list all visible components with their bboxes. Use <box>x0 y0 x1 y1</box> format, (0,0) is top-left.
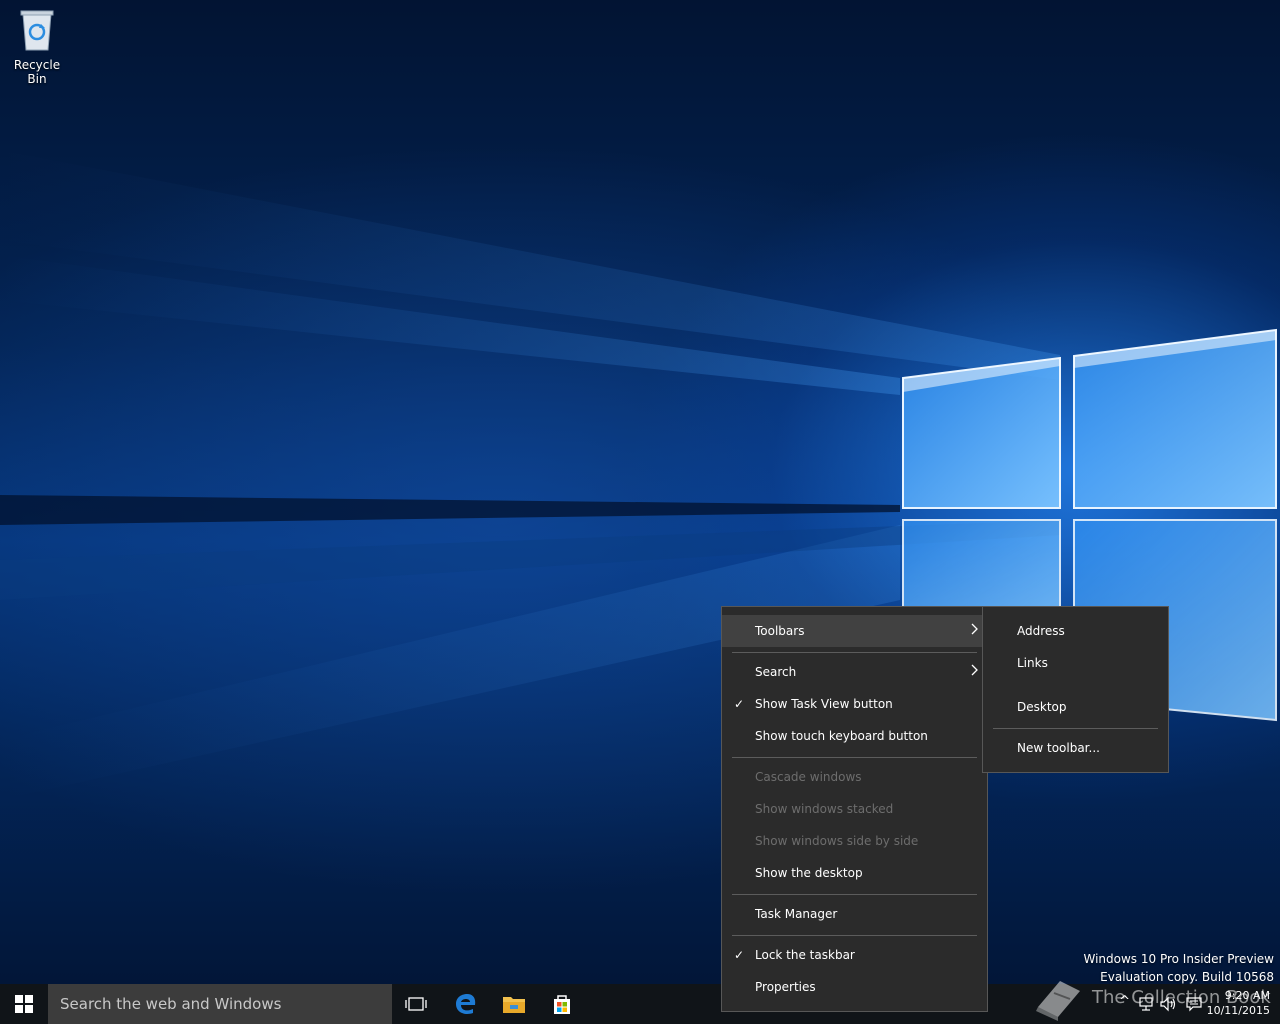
submenu-arrow-icon <box>971 656 979 688</box>
menu-item-label: Lock the taskbar <box>755 948 855 962</box>
start-button[interactable] <box>0 984 48 1024</box>
menu-item-label: Search <box>755 665 797 679</box>
file-explorer-icon <box>503 997 525 1013</box>
menu-item-label: Properties <box>755 980 816 994</box>
menu-item-show-windows-side-by-side: Show windows side by side <box>722 825 987 857</box>
collection-book-text: The Collection Book <box>1092 987 1271 1008</box>
recycle-bin-label: Recycle Bin <box>13 58 61 86</box>
menu-item-cascade-windows: Cascade windows <box>722 761 987 793</box>
checkmark-icon: ✓ <box>734 697 745 711</box>
menu-separator <box>732 894 977 895</box>
collection-book-watermark: The Collection Book <box>1030 975 1280 1024</box>
checkmark-icon: ✓ <box>734 948 745 962</box>
submenu-item-links[interactable]: Links <box>983 647 1168 679</box>
edge-icon <box>456 994 476 1014</box>
menu-item-label: Show the desktop <box>755 866 863 880</box>
menu-item-label: Show windows side by side <box>755 834 919 848</box>
submenu-arrow-icon <box>971 615 979 647</box>
menu-item-lock-the-taskbar[interactable]: ✓ Lock the taskbar <box>722 939 987 971</box>
menu-separator <box>732 652 977 653</box>
menu-item-show-the-desktop[interactable]: Show the desktop <box>722 857 987 889</box>
recycle-bin[interactable]: Recycle Bin <box>4 6 70 86</box>
taskbar-context-menu: Toolbars Search ✓ Show Task View button … <box>721 606 988 1012</box>
menu-separator <box>732 935 977 936</box>
file-explorer-button[interactable] <box>490 984 538 1024</box>
menu-item-label: Links <box>1017 656 1048 670</box>
menu-item-properties[interactable]: Properties <box>722 971 987 1003</box>
taskbar-search-box[interactable]: Search the web and Windows <box>48 984 392 1024</box>
menu-item-show-task-view-button[interactable]: ✓ Show Task View button <box>722 688 987 720</box>
submenu-item-address[interactable]: Address <box>983 615 1168 647</box>
submenu-item-new-toolbar[interactable]: New toolbar... <box>983 732 1168 764</box>
menu-item-toolbars[interactable]: Toolbars <box>722 615 987 647</box>
menu-item-label: Show windows stacked <box>755 802 894 816</box>
submenu-item-desktop[interactable]: Desktop <box>983 691 1168 723</box>
desktop-wallpaper <box>0 0 1280 984</box>
watermark-edition: Windows 10 Pro Insider Preview <box>1083 952 1274 966</box>
task-view-button[interactable] <box>392 984 440 1024</box>
menu-item-show-windows-stacked: Show windows stacked <box>722 793 987 825</box>
edge-button[interactable] <box>442 984 490 1024</box>
task-view-icon <box>405 997 427 1011</box>
windows-logo-icon <box>15 995 33 1013</box>
menu-item-task-manager[interactable]: Task Manager <box>722 898 987 930</box>
menu-item-label: Show Task View button <box>755 697 893 711</box>
menu-item-label: New toolbar... <box>1017 741 1100 755</box>
menu-item-search[interactable]: Search <box>722 656 987 688</box>
menu-item-label: Show touch keyboard button <box>755 729 928 743</box>
menu-item-label: Address <box>1017 624 1065 638</box>
book-logo-icon <box>1036 981 1080 1021</box>
store-icon <box>554 995 570 1014</box>
recycle-bin-icon <box>20 10 54 51</box>
windows-logo-light <box>0 150 1277 800</box>
menu-item-label: Task Manager <box>755 907 838 921</box>
menu-item-show-touch-keyboard-button[interactable]: Show touch keyboard button <box>722 720 987 752</box>
search-placeholder: Search the web and Windows <box>60 995 282 1013</box>
menu-separator <box>732 757 977 758</box>
toolbars-submenu: Address Links Desktop New toolbar... <box>982 606 1169 773</box>
store-button[interactable] <box>538 984 586 1024</box>
menu-item-label: Cascade windows <box>755 770 862 784</box>
menu-item-label: Desktop <box>1017 700 1067 714</box>
menu-separator <box>993 728 1158 729</box>
menu-item-label: Toolbars <box>755 624 805 638</box>
